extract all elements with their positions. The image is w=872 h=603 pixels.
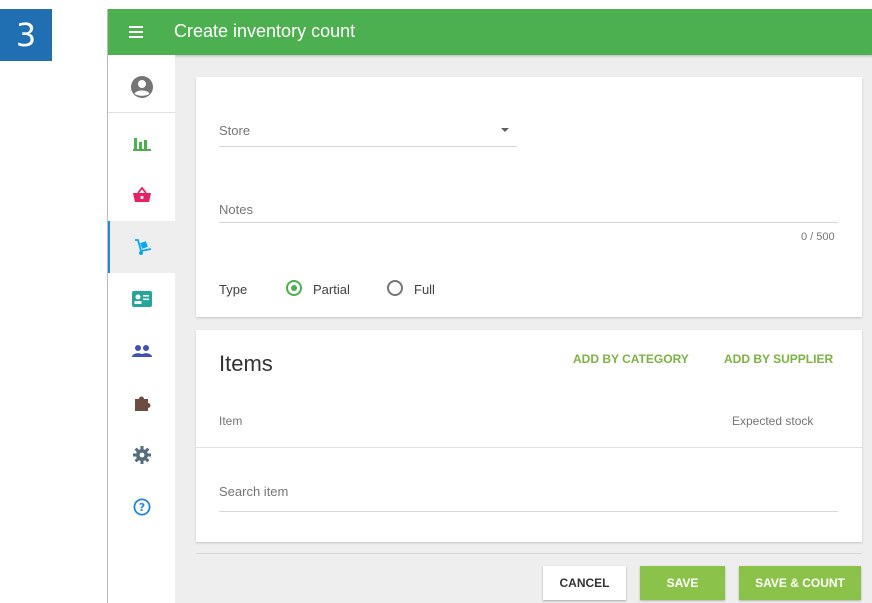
sidebar-item-inventory[interactable] bbox=[108, 221, 175, 273]
people-icon bbox=[131, 345, 152, 357]
footer-divider bbox=[196, 553, 862, 554]
dolly-icon bbox=[134, 239, 151, 255]
sidebar-item-account[interactable] bbox=[108, 61, 175, 113]
notes-char-counter: 0 / 500 bbox=[801, 231, 835, 243]
gear-icon bbox=[132, 446, 151, 464]
table-divider bbox=[196, 447, 862, 448]
sidebar-divider bbox=[108, 112, 175, 113]
menu-icon[interactable] bbox=[129, 26, 143, 38]
notes-label: Notes bbox=[219, 202, 253, 217]
bar-chart-icon bbox=[132, 138, 151, 151]
puzzle-icon bbox=[134, 396, 151, 411]
svg-text:?: ? bbox=[138, 501, 144, 514]
top-app-bar: Create inventory count bbox=[108, 9, 872, 55]
count-details-card: Store Notes 0 / 500 Type Partial Full bbox=[196, 77, 862, 317]
sidebar-item-settings[interactable] bbox=[108, 429, 175, 481]
column-header-item: Item bbox=[219, 414, 243, 428]
page-title: Create inventory count bbox=[174, 21, 356, 41]
sidebar-item-integrations[interactable] bbox=[108, 377, 175, 429]
add-by-supplier-button[interactable]: ADD BY SUPPLIER bbox=[724, 352, 833, 366]
type-partial-label: Partial bbox=[313, 282, 350, 297]
column-header-expected-stock: Expected stock bbox=[732, 414, 814, 428]
sidebar-item-employees[interactable] bbox=[108, 273, 175, 325]
step-badge: 3 bbox=[0, 9, 52, 61]
type-label: Type bbox=[219, 282, 248, 297]
help-icon: ? bbox=[133, 498, 150, 516]
type-full-radio[interactable] bbox=[387, 280, 403, 296]
search-item-input[interactable]: Search item bbox=[219, 484, 288, 499]
save-button[interactable]: SAVE bbox=[640, 566, 725, 600]
chevron-down-icon[interactable] bbox=[501, 128, 509, 132]
items-card: Items ADD BY CATEGORY ADD BY SUPPLIER It… bbox=[196, 330, 862, 542]
store-select[interactable] bbox=[219, 146, 517, 147]
store-select-label: Store bbox=[219, 123, 251, 138]
sidebar-item-customers[interactable] bbox=[108, 325, 175, 377]
id-card-icon bbox=[131, 291, 152, 307]
items-title: Items bbox=[219, 351, 273, 376]
search-item-underline bbox=[219, 511, 838, 512]
add-by-category-button[interactable]: ADD BY CATEGORY bbox=[573, 352, 689, 366]
type-partial-radio[interactable] bbox=[286, 280, 302, 296]
cancel-button[interactable]: CANCEL bbox=[543, 566, 626, 600]
save-and-count-button[interactable]: SAVE & COUNT bbox=[739, 566, 861, 600]
shopping-basket-icon bbox=[132, 187, 151, 202]
sidebar-item-help[interactable]: ? bbox=[108, 481, 175, 533]
sidebar-item-reports[interactable] bbox=[108, 117, 175, 169]
sidebar-item-sales[interactable] bbox=[108, 169, 175, 221]
sidebar: ? bbox=[108, 55, 175, 603]
app-window: Create inventory count ? Store Notes 0 /… bbox=[107, 9, 872, 603]
account-circle-icon bbox=[130, 76, 153, 98]
type-full-label: Full bbox=[414, 282, 435, 297]
notes-field[interactable] bbox=[219, 222, 838, 223]
